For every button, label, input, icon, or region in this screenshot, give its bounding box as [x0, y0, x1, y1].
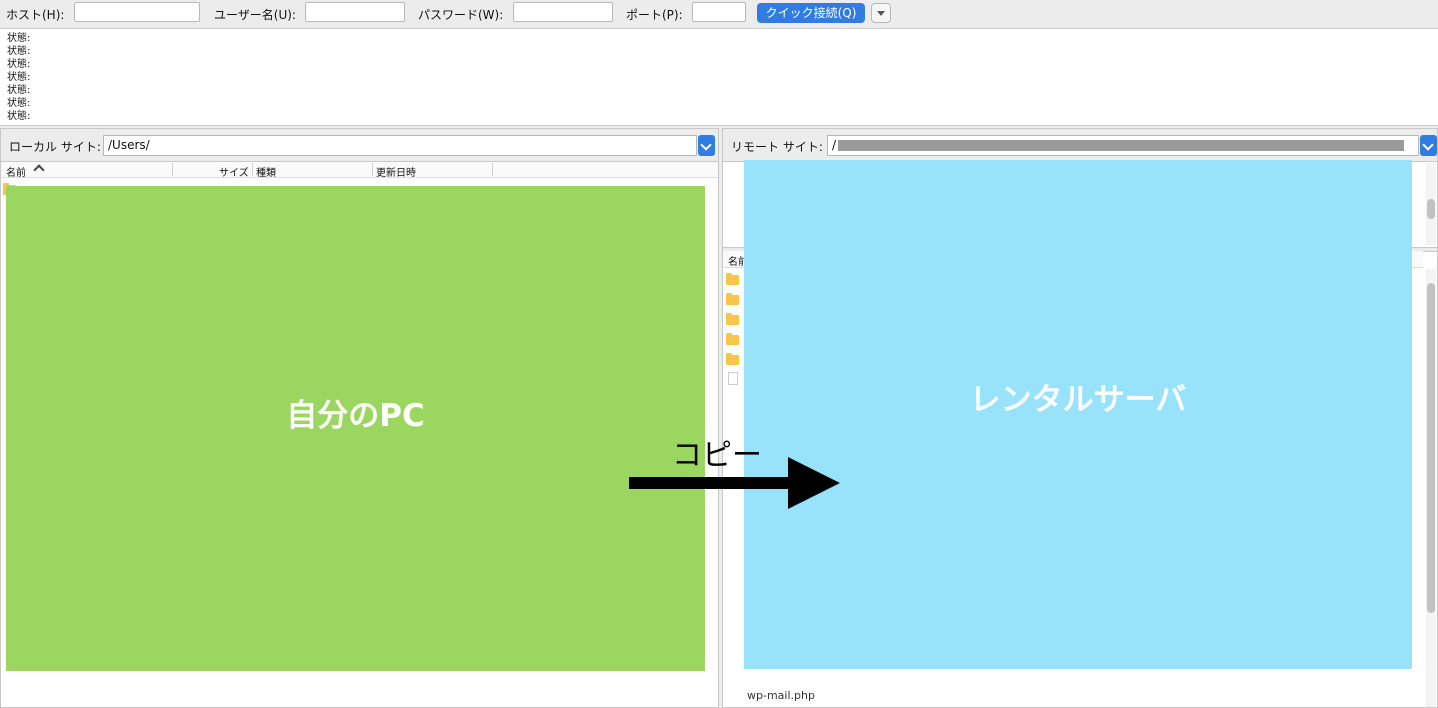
user-label: ユーザー名(U): — [214, 8, 296, 22]
scrollbar-thumb[interactable] — [1427, 283, 1435, 613]
log-line: 状態: — [7, 98, 31, 109]
password-label: パスワード(W): — [418, 8, 504, 22]
folder-icon[interactable] — [726, 353, 739, 365]
log-line: 状態: — [7, 85, 31, 96]
scrollbar-thumb[interactable] — [1427, 199, 1435, 219]
remote-file-scrollbar[interactable] — [1426, 269, 1436, 707]
copy-label: コピー — [672, 438, 762, 473]
local-path-input[interactable]: /Users/ — [103, 135, 697, 156]
remote-path-dropdown[interactable] — [1420, 135, 1437, 156]
quickconnect-history-button[interactable] — [871, 3, 891, 23]
host-label: ホスト(H): — [6, 8, 65, 22]
folder-icon[interactable] — [726, 273, 739, 285]
chevron-down-icon — [1422, 139, 1434, 151]
message-log[interactable]: 状態: 状態: 状態: 状態: 状態: 状態: 状態: — [0, 29, 1438, 126]
column-type[interactable]: 種類 — [256, 164, 276, 179]
local-path-dropdown[interactable] — [698, 135, 715, 156]
column-separator[interactable] — [252, 163, 253, 176]
quickconnect-button[interactable]: クイック接続(Q) — [757, 3, 865, 23]
chevron-down-icon — [877, 11, 885, 16]
file-icon[interactable] — [728, 372, 738, 385]
folder-icon[interactable] — [726, 293, 739, 305]
column-size[interactable]: サイズ — [219, 164, 249, 179]
local-site-bar: ローカル サイト: /Users/ — [1, 129, 718, 162]
log-line: 状態: — [7, 46, 31, 57]
quickconnect-bar: ホスト(H): ユーザー名(U): パスワード(W): ポート(P): クイック… — [0, 0, 1438, 29]
local-file-list-header: 名前 サイズ 種類 更新日時 — [1, 162, 718, 179]
column-separator[interactable] — [172, 163, 173, 176]
list-item[interactable]: wp-mail.php — [747, 689, 815, 702]
chevron-down-icon — [700, 139, 712, 151]
remote-site-label: リモート サイト: — [731, 140, 823, 154]
user-input[interactable] — [305, 2, 405, 22]
local-pc-label: 自分のPC — [286, 398, 425, 434]
log-line: 状態: — [7, 72, 31, 83]
remote-path-text: / — [832, 138, 837, 152]
folder-icon[interactable] — [726, 333, 739, 345]
arrow-right-icon — [788, 457, 840, 509]
rental-server-overlay: レンタルサーバ — [744, 160, 1412, 669]
log-line: 状態: — [7, 59, 31, 70]
remote-path-input[interactable]: / — [827, 135, 1419, 156]
sort-ascending-icon — [33, 164, 45, 176]
column-name[interactable]: 名前 — [6, 164, 26, 179]
log-line: 状態: — [7, 111, 31, 122]
log-line: 状態: — [7, 33, 31, 44]
column-modified[interactable]: 更新日時 — [376, 164, 416, 179]
port-label: ポート(P): — [626, 8, 683, 22]
copy-arrow-shaft — [629, 477, 799, 489]
host-input[interactable] — [74, 2, 200, 22]
remote-tree-scrollbar[interactable] — [1426, 163, 1436, 245]
folder-icon[interactable] — [726, 313, 739, 325]
redacted-path — [838, 140, 1404, 151]
local-site-label: ローカル サイト: — [9, 140, 101, 154]
port-input[interactable] — [692, 2, 746, 22]
remote-site-bar: リモート サイト: / — [723, 129, 1437, 162]
password-input[interactable] — [513, 2, 613, 22]
local-pc-overlay: 自分のPC — [6, 186, 705, 671]
column-separator[interactable] — [492, 163, 493, 176]
column-separator[interactable] — [372, 163, 373, 176]
rental-server-label: レンタルサーバ — [969, 382, 1187, 418]
